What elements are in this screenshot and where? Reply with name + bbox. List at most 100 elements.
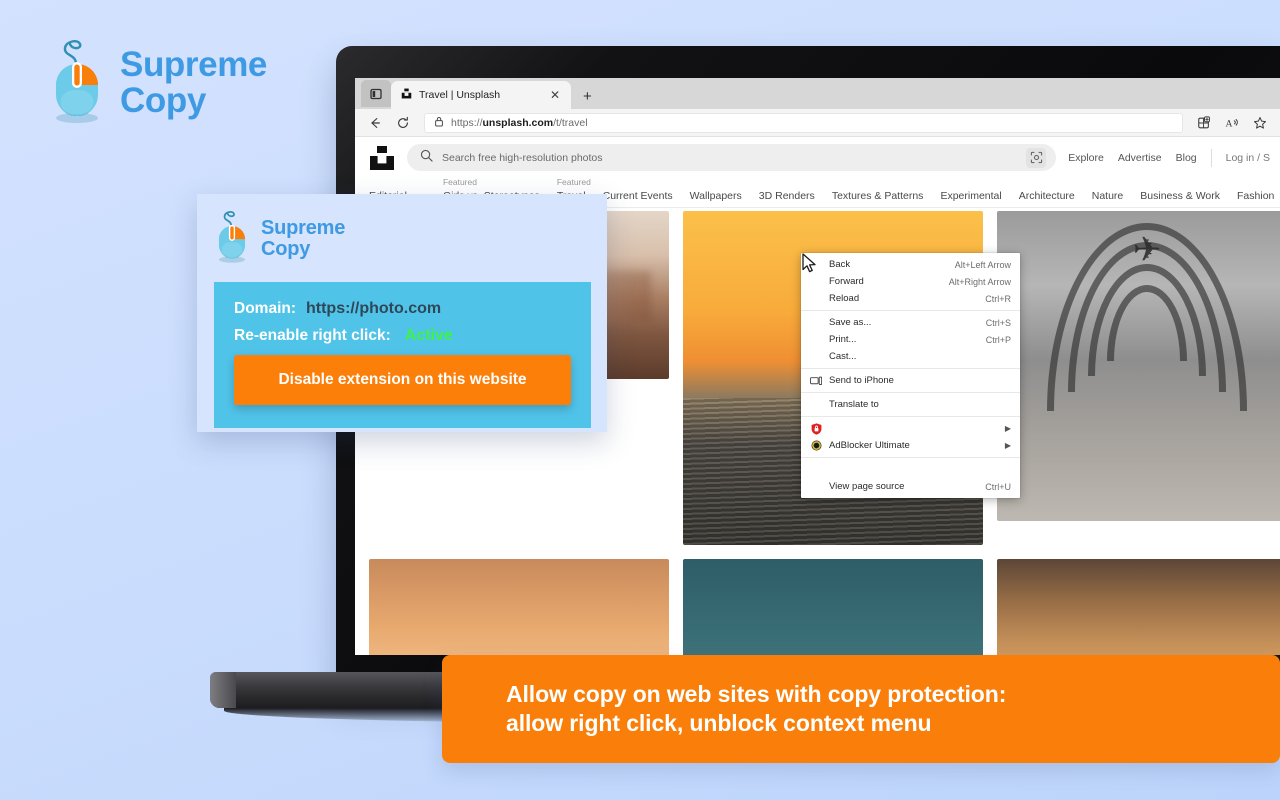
status-badge: Active (404, 327, 453, 344)
chevron-right-icon: ▶ (1004, 424, 1011, 433)
featured-tag: Featured (442, 178, 477, 187)
shield-icon (809, 422, 823, 435)
close-icon[interactable]: ✕ (547, 89, 563, 101)
menu-item-accel: Alt+Right Arrow (948, 276, 1011, 287)
menu-item-adblocker-ultimate[interactable]: ▶ (801, 420, 1020, 437)
read-aloud-icon[interactable]: A (1220, 112, 1244, 134)
popup-brand-line-2: Copy (261, 237, 311, 260)
lock-icon (434, 114, 444, 132)
visual-search-icon[interactable] (1026, 147, 1047, 168)
featured-tag: Featured (556, 178, 591, 187)
device-icon (809, 376, 823, 386)
category-fashion[interactable]: Fashion (1237, 190, 1274, 203)
new-tab-button[interactable]: + (571, 88, 602, 109)
back-arrow-icon[interactable] (363, 112, 387, 134)
nav-link-advertise[interactable]: Advertise (1118, 152, 1162, 164)
menu-item-label: Cast... (829, 351, 857, 362)
computer-mouse-icon (214, 207, 250, 270)
photo-airplane-spiral[interactable]: ✈ (997, 211, 1280, 521)
popup-wordmark: Supreme Copy (261, 216, 346, 260)
menu-item-label: Reload (829, 293, 860, 304)
unsplash-logo-icon[interactable] (369, 145, 395, 171)
popup-status-card: Domain: https://photo.com Re-enable righ… (214, 282, 591, 428)
menu-item-accel: Alt+Left Arrow (954, 259, 1011, 270)
computer-mouse-icon (48, 34, 106, 131)
reload-icon[interactable] (391, 112, 415, 134)
domain-row: Domain: https://photo.com (234, 300, 571, 318)
menu-item-forward[interactable]: Forward Alt+Right Arrow (801, 273, 1020, 290)
address-bar[interactable]: https://unsplash.com/t/travel (424, 112, 1183, 133)
nav-divider (1210, 148, 1212, 167)
menu-item-cast[interactable]: Cast... (801, 348, 1020, 365)
photo-sunset-clouds[interactable] (369, 559, 669, 655)
right-click-label: Re-enable right click: (234, 327, 391, 344)
menu-divider (801, 416, 1020, 417)
menu-item-send-to-iphone[interactable]: Send to iPhone (801, 372, 1020, 389)
tab-overview-icon[interactable] (361, 80, 391, 107)
extension-popup: Supreme Copy Domain: https://photo.com R… (197, 194, 607, 432)
menu-item-label: Print... (829, 334, 857, 345)
category-nature[interactable]: Nature (1092, 190, 1124, 203)
nav-link-blog[interactable]: Blog (1176, 152, 1197, 164)
collections-icon[interactable] (1192, 112, 1216, 134)
promo-stage: Supreme Copy Travel | Unsplash ✕ + https… (0, 0, 1280, 800)
menu-item-eclipse-dark-theme[interactable]: AdBlocker Ultimate ▶ (801, 437, 1020, 454)
url-prefix: https:// (451, 116, 483, 129)
photo-teal-sky[interactable] (683, 559, 983, 655)
menu-divider (801, 310, 1020, 311)
category-current-events[interactable]: Current Events (603, 190, 673, 203)
search-placeholder: Search free high-resolution photos (442, 151, 603, 164)
svg-text:A: A (1225, 118, 1232, 129)
category-3d-renders[interactable]: 3D Renders (759, 190, 815, 203)
menu-item-label: View page source (829, 481, 905, 492)
menu-item-accel: Ctrl+R (985, 293, 1011, 304)
photo-desert-dunes[interactable] (997, 559, 1280, 655)
browser-tab[interactable]: Travel | Unsplash ✕ (391, 81, 571, 109)
menu-item-print[interactable]: Print... Ctrl+P (801, 331, 1020, 348)
menu-item-view-page-source[interactable] (801, 461, 1020, 478)
browser-toolbar: https://unsplash.com/t/travel A (355, 109, 1280, 137)
menu-item-label: Translate to (829, 399, 879, 410)
context-menu[interactable]: Back Alt+Left Arrow Forward Alt+Right Ar… (801, 253, 1020, 498)
category-architecture[interactable]: Architecture (1019, 190, 1075, 203)
unsplash-header: Search free high-resolution photos Explo… (355, 137, 1280, 178)
category-business-work[interactable]: Business & Work (1140, 190, 1220, 203)
unsplash-nav: Explore Advertise Blog Log in / S (1068, 148, 1272, 167)
brand-logo: Supreme Copy (48, 34, 267, 131)
menu-item-save-as[interactable]: Save as... Ctrl+S (801, 314, 1020, 331)
chevron-right-icon: ▶ (1004, 441, 1011, 450)
menu-item-label: Back (829, 259, 851, 270)
popup-brand-line-1: Supreme (261, 216, 346, 239)
menu-item-inspect[interactable]: View page source Ctrl+U (801, 478, 1020, 495)
search-input[interactable]: Search free high-resolution photos (407, 144, 1057, 171)
star-icon[interactable] (1248, 112, 1272, 134)
unsplash-favicon (401, 86, 412, 104)
category-wallpapers[interactable]: Wallpapers (690, 190, 742, 203)
menu-item-label: AdBlocker Ultimate (829, 440, 910, 451)
menu-divider (801, 368, 1020, 369)
url-text: https://unsplash.com/t/travel (451, 117, 588, 129)
login-link[interactable]: Log in / S (1226, 152, 1270, 164)
mouse-pointer-icon (802, 253, 818, 275)
menu-item-back[interactable]: Back Alt+Left Arrow (801, 256, 1020, 273)
domain-label: Domain: (234, 300, 296, 317)
promo-banner: Allow copy on web sites with copy protec… (442, 655, 1280, 763)
menu-divider (801, 457, 1020, 458)
url-host: unsplash.com (482, 116, 554, 129)
right-click-row: Re-enable right click: Active (234, 327, 571, 345)
menu-divider (801, 392, 1020, 393)
category-experimental[interactable]: Experimental (940, 190, 1001, 203)
search-icon (420, 149, 433, 167)
banner-line-2: allow right click, unblock context menu (506, 710, 932, 736)
menu-item-reload[interactable]: Reload Ctrl+R (801, 290, 1020, 307)
brand-line-1: Supreme (120, 44, 267, 84)
category-textures-patterns[interactable]: Textures & Patterns (832, 190, 924, 203)
menu-item-accel: Ctrl+U (985, 481, 1011, 492)
nav-link-explore[interactable]: Explore (1068, 152, 1104, 164)
menu-item-label: Send to iPhone (829, 375, 894, 386)
brand-wordmark: Supreme Copy (120, 47, 267, 118)
menu-item-label: Forward (829, 276, 864, 287)
banner-line-1: Allow copy on web sites with copy protec… (506, 681, 1007, 708)
menu-item-translate-to[interactable]: Translate to (801, 396, 1020, 413)
disable-extension-button[interactable]: Disable extension on this website (234, 355, 571, 405)
